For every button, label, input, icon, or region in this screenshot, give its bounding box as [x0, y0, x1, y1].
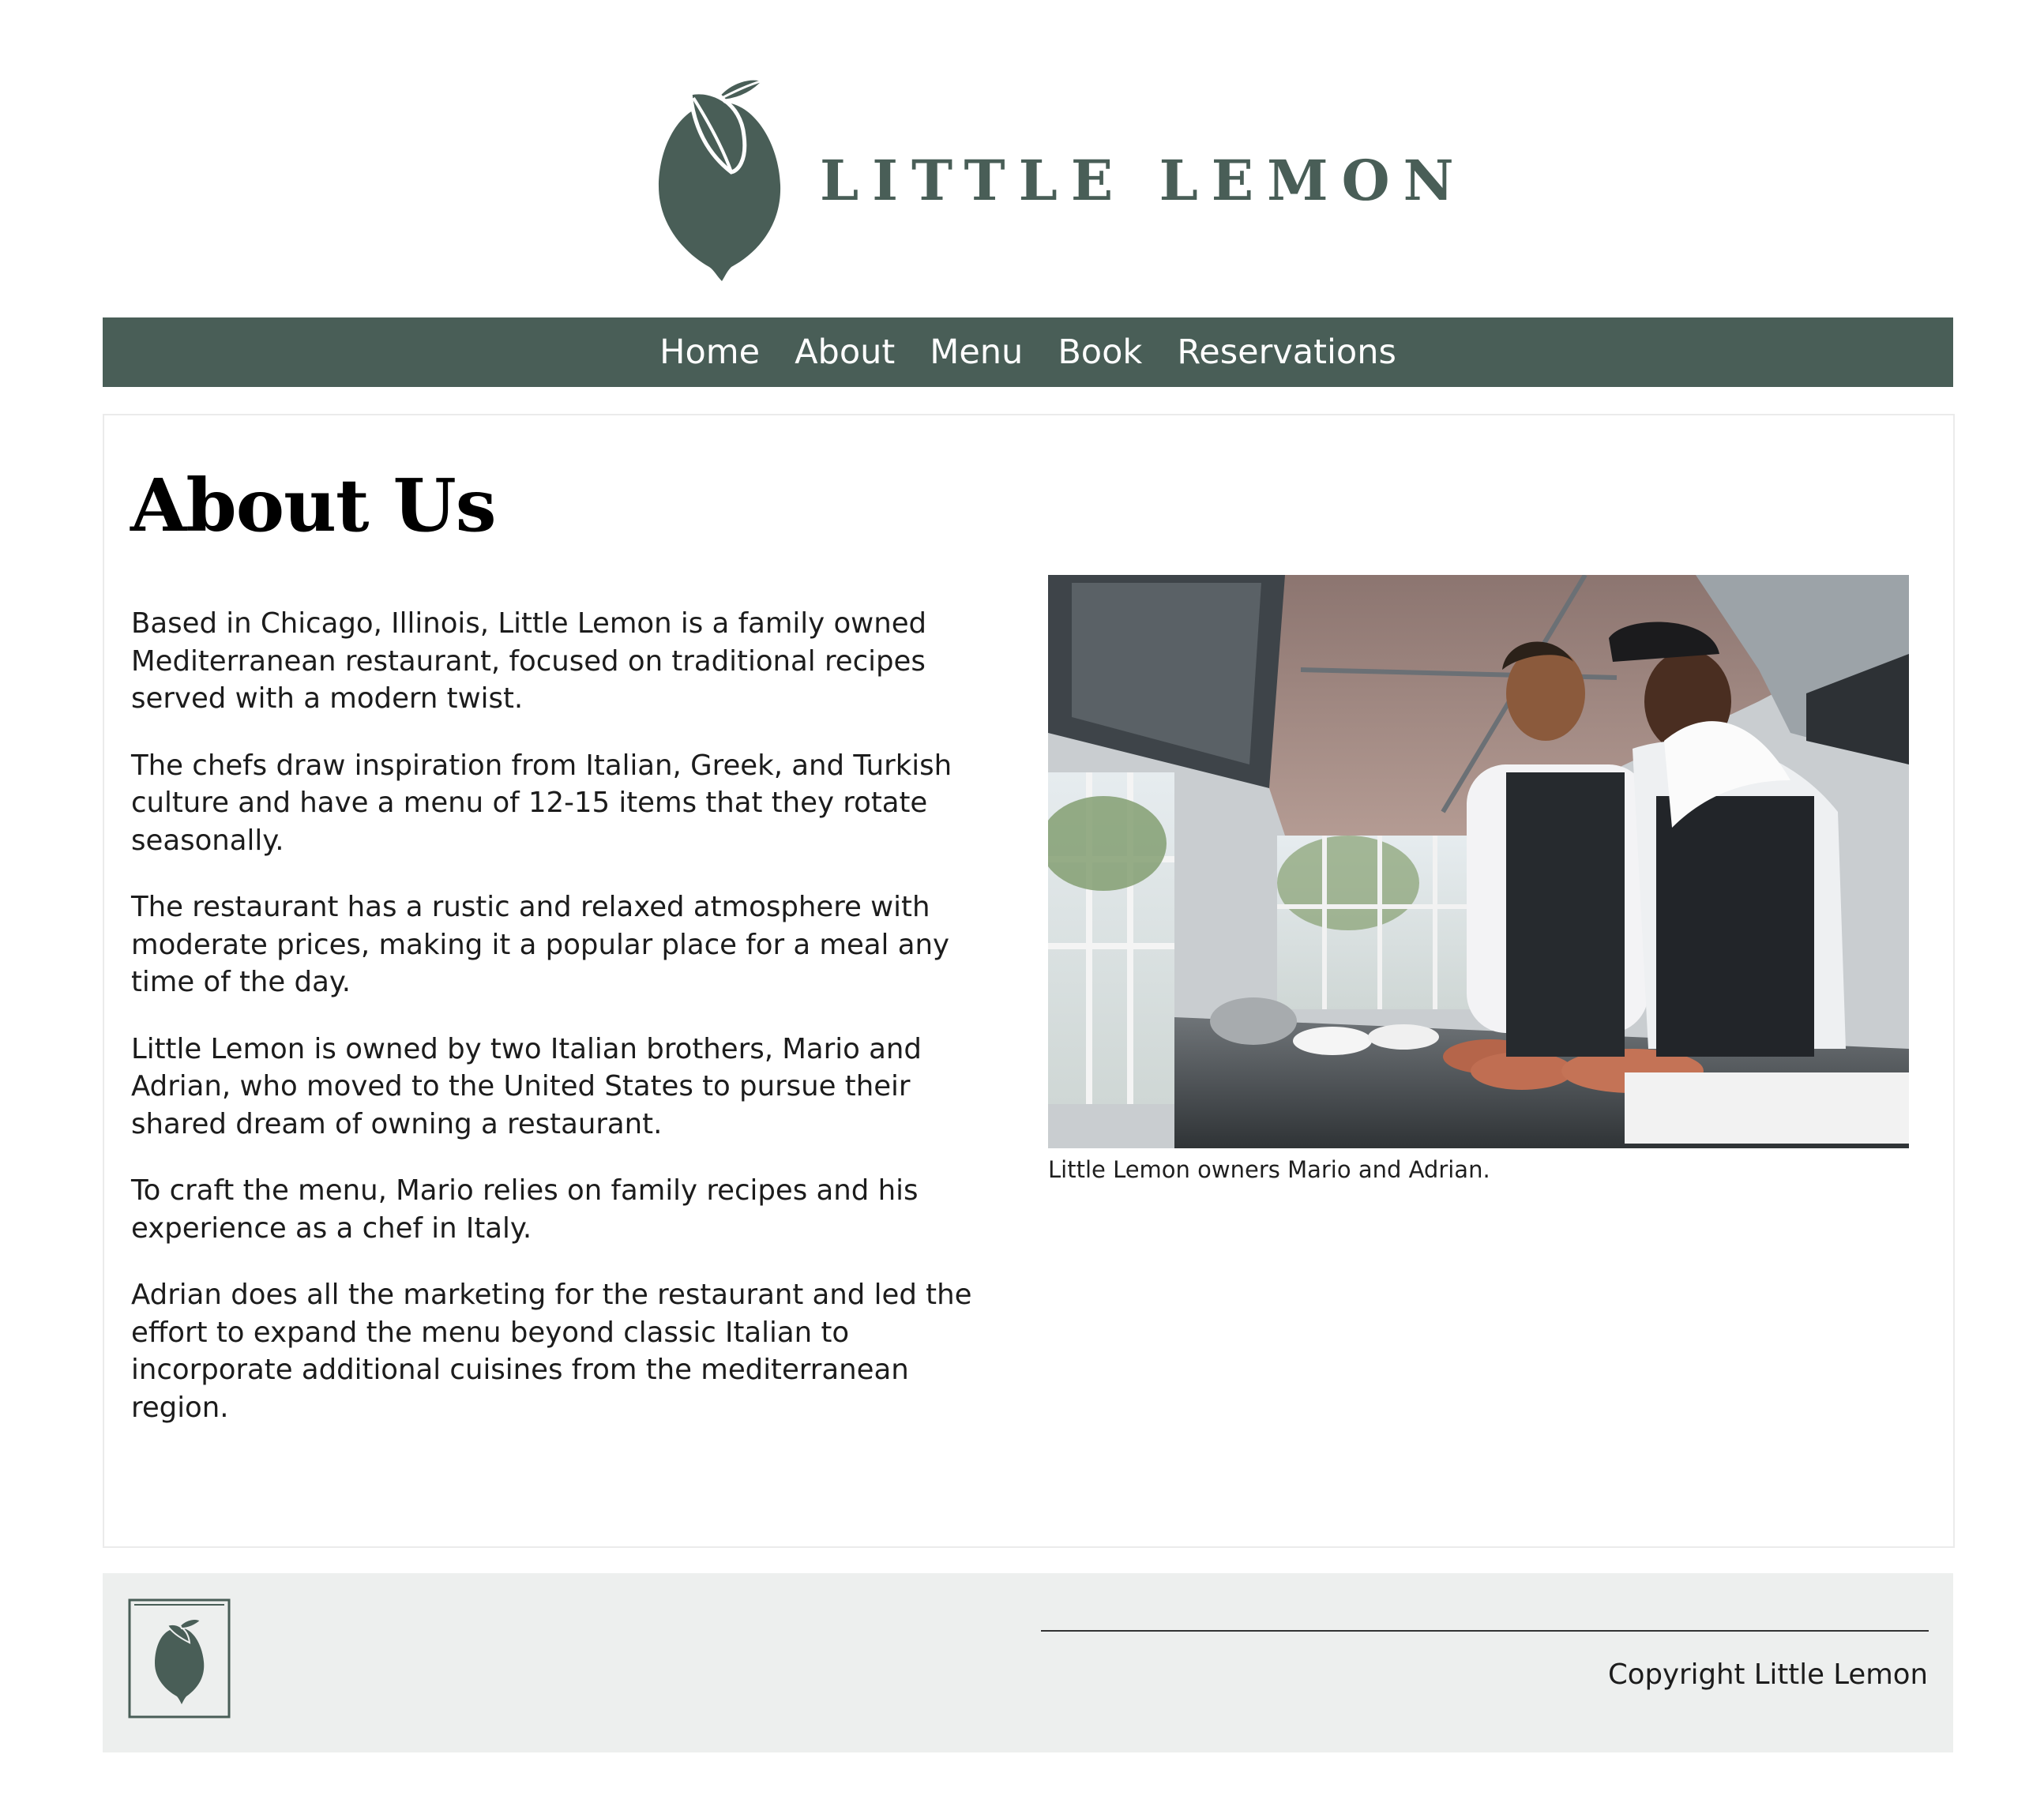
copyright-text: Copyright Little Lemon — [1607, 1658, 1928, 1691]
about-text: Based in Chicago, Illinois, Little Lemon… — [131, 605, 1000, 1456]
nav-item-home[interactable]: Home — [659, 335, 760, 370]
brand-wordmark: LITTLE LEMON — [820, 148, 1467, 213]
owners-photo — [1048, 575, 1909, 1148]
about-paragraph: Adrian does all the marketing for the re… — [131, 1279, 972, 1424]
main-nav: Home About Menu Book Reservations — [103, 317, 1953, 387]
footer-logo[interactable] — [128, 1598, 231, 1718]
nav-item-about[interactable]: About — [795, 335, 895, 370]
page: LITTLE LEMON Home About Menu Book Reserv… — [0, 0, 2044, 1818]
lemon-icon — [128, 1598, 231, 1718]
about-paragraph: The chefs draw inspiration from Italian,… — [131, 749, 952, 857]
about-paragraph: Little Lemon is owned by two Italian bro… — [131, 1032, 922, 1140]
lemon-icon — [659, 76, 781, 281]
page-title: About Us — [130, 463, 497, 548]
nav-item-book[interactable]: Book — [1058, 335, 1142, 370]
about-paragraph: To craft the menu, Mario relies on famil… — [131, 1174, 919, 1245]
nav-item-reservations[interactable]: Reservations — [1177, 335, 1396, 370]
footer-divider — [1041, 1630, 1929, 1632]
about-section: About Us Based in Chicago, Illinois, Lit… — [103, 414, 1955, 1548]
site-footer: Copyright Little Lemon — [103, 1573, 1953, 1752]
about-paragraph: The restaurant has a rustic and relaxed … — [131, 891, 949, 998]
photo-caption: Little Lemon owners Mario and Adrian. — [1048, 1156, 1490, 1183]
owners-figure: Little Lemon owners Mario and Adrian. — [1048, 575, 1909, 1184]
about-paragraph: Based in Chicago, Illinois, Little Lemon… — [131, 607, 927, 715]
site-logo[interactable]: LITTLE LEMON — [654, 74, 1454, 284]
nav-item-menu[interactable]: Menu — [930, 335, 1023, 370]
